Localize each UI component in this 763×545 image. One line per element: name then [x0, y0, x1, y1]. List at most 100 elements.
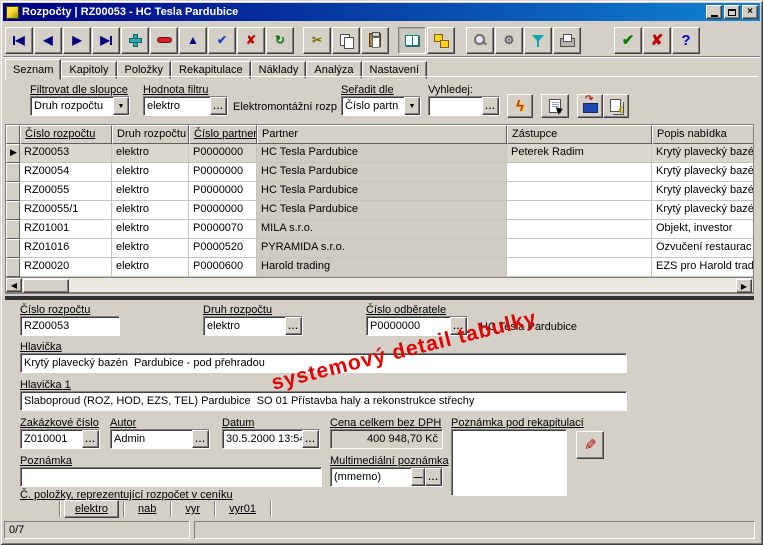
maximize-button[interactable]	[724, 5, 740, 19]
minimize-button[interactable]	[706, 5, 722, 19]
ellipsis-button[interactable]: ...	[285, 317, 302, 335]
table-cell[interactable]: RZ00055/1	[20, 201, 112, 220]
mm-note-clear-button[interactable]: —	[411, 468, 425, 486]
table-cell[interactable]	[507, 163, 652, 182]
table-cell[interactable]: Krytý plavecký bazé	[652, 201, 754, 220]
search-input[interactable]	[432, 100, 482, 112]
splitter-handle[interactable]	[5, 296, 754, 300]
table-row[interactable]: ▶RZ00053elektroP0000000HC Tesla Pardubic…	[6, 144, 753, 163]
table-cell[interactable]	[507, 239, 652, 258]
last-record-button[interactable]: ▶	[92, 27, 120, 54]
cancel-button[interactable]: ✘	[643, 27, 671, 54]
search-field[interactable]: ...	[428, 96, 500, 116]
table-cell[interactable]: HC Tesla Pardubice	[257, 163, 507, 182]
restore-order-button[interactable]	[577, 94, 603, 118]
table-cell[interactable]: Harold trading	[257, 258, 507, 277]
table-cell[interactable]: MILA s.r.o.	[257, 220, 507, 239]
table-cell[interactable]: EZS pro Harold trad	[652, 258, 754, 277]
table-cell[interactable]: P0000600	[189, 258, 257, 277]
table-cell[interactable]: RZ00020	[20, 258, 112, 277]
budget-type-input[interactable]	[207, 320, 285, 332]
filter-value-field[interactable]: ...	[143, 96, 228, 116]
tab-kapitoly[interactable]: Kapitoly	[61, 61, 116, 79]
column-header-cislo-partnera[interactable]: Číslo partnera	[189, 125, 257, 144]
filter-button[interactable]	[524, 27, 552, 54]
insert-record-button[interactable]	[121, 27, 149, 54]
table-cell[interactable]: P0000000	[189, 201, 257, 220]
budget-no-field[interactable]	[20, 316, 120, 336]
ellipsis-button[interactable]: ...	[425, 468, 442, 486]
dataset-tab-nab[interactable]: nab	[128, 501, 166, 517]
scroll-left-button[interactable]: ◀	[6, 278, 22, 292]
table-cell[interactable]: Objekt, investor	[652, 220, 754, 239]
table-cell[interactable]: Krytý plavecký bazé	[652, 144, 754, 163]
column-header-cislo-rozpoctu[interactable]: Číslo rozpočtu	[20, 125, 112, 144]
author-input[interactable]	[114, 433, 192, 445]
mm-note-field[interactable]: (mmemo) — ...	[330, 467, 443, 487]
ellipsis-button[interactable]: ...	[210, 97, 227, 115]
tab-naklady[interactable]: Náklady	[251, 61, 307, 79]
recap-note-edit-button[interactable]: ✎	[576, 431, 604, 459]
table-cell[interactable]	[507, 258, 652, 277]
table-cell[interactable]: Peterek Radim	[507, 144, 652, 163]
scroll-right-button[interactable]: ▶	[736, 279, 752, 293]
ellipsis-button[interactable]: ...	[302, 430, 319, 448]
first-record-button[interactable]: ◀	[5, 27, 33, 54]
edit-record-button[interactable]: ▲	[179, 27, 207, 54]
table-row[interactable]: RZ01001elektroP0000070MILA s.r.o.Objekt,…	[6, 220, 753, 239]
table-cell[interactable]: P0000520	[189, 239, 257, 258]
post-edit-button[interactable]: ✔	[208, 27, 236, 54]
tab-nastaveni[interactable]: Nastavení	[362, 61, 428, 79]
cut-button[interactable]: ✂	[303, 27, 331, 54]
column-header-partner[interactable]: Partner	[257, 125, 507, 144]
table-cell[interactable]: HC Tesla Pardubice	[257, 144, 507, 163]
table-row[interactable]: RZ00055/1elektroP0000000HC Tesla Pardubi…	[6, 201, 753, 220]
table-cell[interactable]: elektro	[112, 163, 189, 182]
table-cell[interactable]: elektro	[112, 220, 189, 239]
dataset-tab-vyr[interactable]: vyr	[175, 501, 210, 517]
table-cell[interactable]: elektro	[112, 239, 189, 258]
table-row[interactable]: RZ00020elektroP0000600Harold trading EZS …	[6, 258, 753, 277]
ellipsis-button[interactable]: ...	[482, 97, 499, 115]
table-cell[interactable]: RZ00055	[20, 182, 112, 201]
table-cell[interactable]: PYRAMIDA s.r.o.	[257, 239, 507, 258]
tab-analyza[interactable]: Analýza	[306, 61, 361, 79]
table-cell[interactable]	[507, 182, 652, 201]
table-cell[interactable]: elektro	[112, 201, 189, 220]
recap-note-textarea[interactable]	[451, 429, 567, 496]
table-cell[interactable]: Krytý plavecký bazé	[652, 163, 754, 182]
refresh-button[interactable]: ↻	[266, 27, 294, 54]
quick-search-button[interactable]: ϟ	[507, 94, 533, 118]
next-record-button[interactable]: ▶	[63, 27, 91, 54]
budget-type-field[interactable]: ...	[203, 316, 303, 336]
tab-polozky[interactable]: Položky	[117, 61, 172, 79]
search-button[interactable]	[466, 27, 494, 54]
author-field[interactable]: ...	[110, 429, 210, 449]
budget-no-input[interactable]	[24, 320, 119, 332]
table-cell[interactable]: RZ01016	[20, 239, 112, 258]
date-input[interactable]	[226, 433, 302, 445]
chevron-down-icon[interactable]: ▼	[404, 97, 420, 115]
column-header-zastupce[interactable]: Zástupce	[507, 125, 652, 144]
table-cell[interactable]: RZ01001	[20, 220, 112, 239]
order-no-field[interactable]: ...	[20, 429, 100, 449]
dataset-tab-elektro[interactable]: elektro	[64, 500, 119, 518]
table-cell[interactable]: RZ00054	[20, 163, 112, 182]
table-row[interactable]: RZ01016elektroP0000520PYRAMIDA s.r.o. Ozv…	[6, 239, 753, 258]
table-cell[interactable]: elektro	[112, 258, 189, 277]
table-cell[interactable]: elektro	[112, 144, 189, 163]
note-field[interactable]	[20, 467, 322, 487]
date-field[interactable]: ...	[222, 429, 320, 449]
column-header-druh-rozpoctu[interactable]: Druh rozpočtu	[112, 125, 189, 144]
note-input[interactable]	[24, 471, 321, 483]
table-cell[interactable]: P0000000	[189, 182, 257, 201]
ellipsis-button[interactable]: ...	[192, 430, 209, 448]
header1-field[interactable]	[20, 391, 627, 411]
column-header-popis-nabidka[interactable]: Popis nabídka	[652, 125, 754, 144]
table-cell[interactable]	[507, 220, 652, 239]
table-cell[interactable]: Ozvučení restaurac	[652, 239, 754, 258]
copy-button[interactable]	[332, 27, 360, 54]
select-record-button[interactable]	[541, 94, 569, 118]
paste-button[interactable]	[361, 27, 389, 54]
delete-record-button[interactable]	[150, 27, 178, 54]
